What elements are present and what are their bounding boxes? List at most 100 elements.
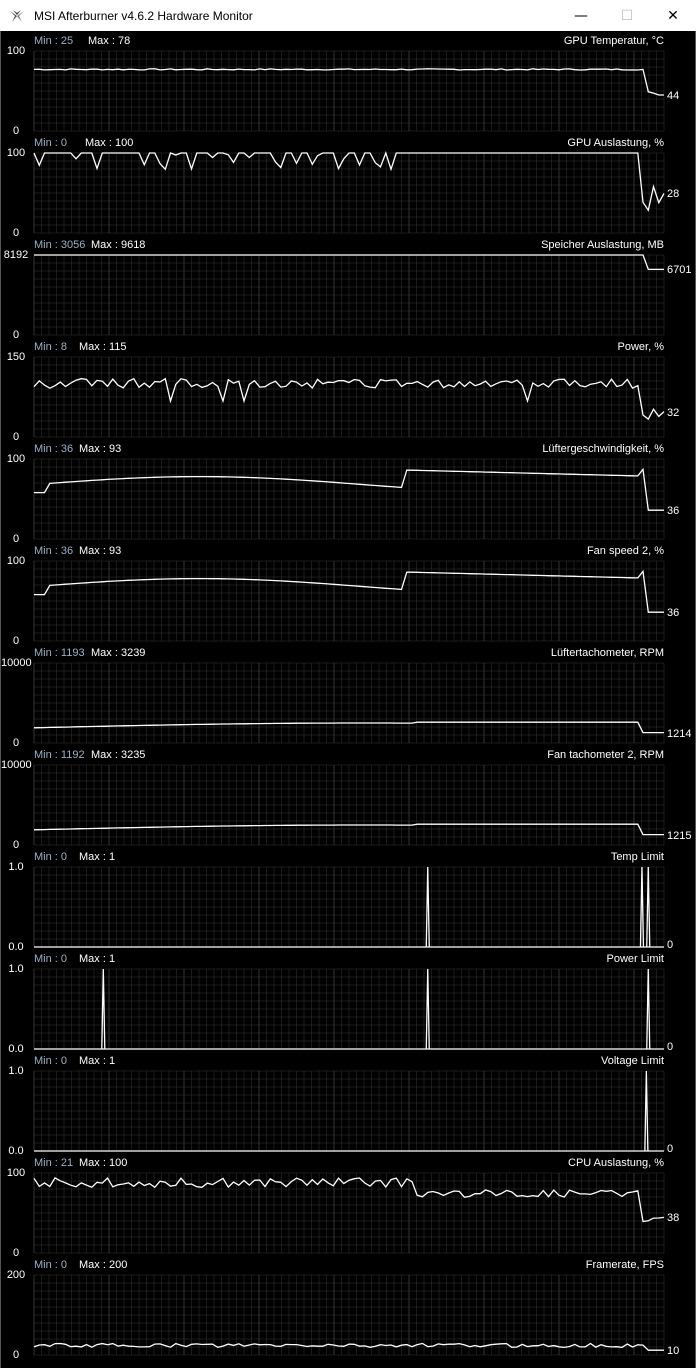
graph-title: Voltage Limit — [601, 1055, 664, 1067]
max-prefix: Max : — [79, 341, 109, 353]
graph-min-label: Min : 21 — [34, 1157, 73, 1169]
graph-plot — [33, 50, 665, 132]
graph-title: Power Limit — [606, 953, 664, 965]
min-prefix: Min : — [34, 953, 61, 965]
max-prefix: Max : — [88, 35, 118, 47]
graph-min-label: Min : 8 — [34, 341, 67, 353]
min-value: 36 — [60, 545, 74, 557]
y-axis-top-label: 150 — [6, 351, 26, 363]
graph-plot — [33, 662, 665, 744]
max-value: 3239 — [120, 647, 146, 659]
current-value: 1215 — [667, 829, 692, 842]
graph-panel[interactable]: Min : 1193 Max : 3239 Lüftertachometer, RP… — [1, 646, 695, 749]
graph-max-label: Max : 93 — [79, 545, 121, 557]
max-value: 1 — [108, 851, 116, 863]
graph-panel[interactable]: Min : 21 Max : 100 CPU Auslastung, % 100 0 38 — [1, 1156, 695, 1259]
max-value: 115 — [108, 341, 127, 353]
maximize-button[interactable]: ☐ — [604, 0, 650, 31]
min-value: 21 — [60, 1157, 74, 1169]
max-value: 100 — [114, 137, 134, 149]
y-axis-top-label: 100 — [6, 555, 26, 567]
min-value: 0 — [60, 137, 68, 149]
graph-min-label: Min : 1192 — [34, 749, 85, 761]
current-value: 0 — [667, 1143, 674, 1155]
graph-panel[interactable]: Min : 0 Max : 1 Power Limit 1.0 0.0 0 — [1, 952, 695, 1055]
min-prefix: Min : — [34, 545, 61, 557]
graph-panel[interactable]: Min : 3056 Max : 9618 Speicher Auslastung,… — [1, 238, 695, 341]
graph-min-label: Min : 0 — [34, 137, 67, 149]
min-value: 1193 — [60, 647, 85, 659]
graph-panel[interactable]: Min : 36 Max : 93 Lüftergeschwindigkeit, %… — [1, 442, 695, 545]
graph-plot — [33, 1274, 665, 1356]
max-prefix: Max : — [91, 239, 121, 251]
grid-lines — [33, 1274, 665, 1356]
max-value: 1 — [108, 953, 116, 965]
min-value: 25 — [60, 35, 74, 47]
graph-title: Power, % — [617, 341, 664, 353]
graph-plot — [33, 151, 665, 234]
max-prefix: Max : — [79, 1157, 109, 1169]
max-prefix: Max : — [85, 137, 115, 149]
graph-list[interactable]: Min : 25 Max : 78 GPU Temperatur, °C 100 0 44… — [0, 31, 696, 1368]
graph-min-label: Min : 0 — [34, 851, 67, 863]
graph-panel[interactable]: Min : 0 Max : 1 Temp Limit 1.0 0.0 0 — [1, 850, 695, 953]
graph-plot — [33, 356, 665, 438]
close-button[interactable]: ✕ — [650, 0, 696, 31]
grid-lines — [33, 662, 665, 744]
y-axis-top-label: 1.0 — [8, 1065, 24, 1077]
graph-min-label: Min : 36 — [34, 443, 73, 455]
graph-max-label: Max : 93 — [79, 443, 121, 455]
graph-title: Framerate, FPS — [585, 1259, 664, 1271]
graph-min-label: Min : 0 — [34, 953, 67, 965]
graph-title: Fan tachometer 2, RPM — [547, 749, 664, 761]
current-value: 10 — [667, 1345, 680, 1358]
graph-panel[interactable]: Min : 25 Max : 78 GPU Temperatur, °C 100 0 44 — [1, 34, 695, 137]
current-value: 36 — [667, 505, 680, 518]
window-title: MSI Afterburner v4.6.2 Hardware Monitor — [34, 8, 253, 23]
graph-min-label: Min : 36 — [34, 545, 73, 557]
max-value: 78 — [117, 35, 131, 47]
graph-max-label: Max : 3239 — [91, 647, 145, 659]
graph-panel[interactable]: Min : 0 Max : 200 Framerate, FPS 200 0 10 — [1, 1258, 695, 1361]
graph-panel[interactable]: Min : 0 Max : 1 Voltage Limit 1.0 0.0 0 — [1, 1054, 695, 1157]
max-prefix: Max : — [79, 953, 109, 965]
max-prefix: Max : — [91, 749, 121, 761]
current-value: 38 — [667, 1212, 680, 1225]
min-value: 8 — [60, 341, 68, 353]
minimize-button[interactable]: — — [558, 0, 604, 31]
graph-title: Fan speed 2, % — [586, 545, 664, 557]
min-prefix: Min : — [34, 443, 61, 455]
title-bar[interactable]: MSI Afterburner v4.6.2 Hardware Monitor … — [0, 0, 696, 31]
max-value: 9618 — [120, 239, 146, 251]
graph-max-label: Max : 1 — [79, 1055, 115, 1067]
graph-max-label: Max : 200 — [79, 1259, 127, 1271]
grid-lines — [33, 764, 665, 846]
y-axis-top-label: 200 — [6, 1269, 26, 1281]
graph-max-label: Max : 100 — [79, 1157, 127, 1169]
graph-panel[interactable]: Min : 36 Max : 93 Fan speed 2, % 100 0 36 — [1, 544, 695, 647]
y-axis-top-label: 100 — [6, 45, 26, 57]
max-prefix: Max : — [79, 443, 109, 455]
graph-plot — [33, 254, 665, 336]
min-value: 36 — [60, 443, 74, 455]
graph-title: Temp Limit — [610, 851, 664, 863]
grid-lines — [33, 1172, 665, 1254]
graph-panel[interactable]: Min : 1192 Max : 3235 Fan tachometer 2, RP… — [1, 748, 695, 851]
graph-min-label: Min : 25 — [34, 35, 73, 47]
graph-panel[interactable]: Min : 0 Max : 100 GPU Auslastung, % 100 0 28 — [1, 136, 695, 239]
graph-plot — [33, 458, 665, 540]
min-prefix: Min : — [34, 137, 61, 149]
min-prefix: Min : — [34, 749, 61, 761]
grid-lines — [33, 458, 665, 540]
graph-max-label: Max : 100 — [85, 137, 133, 149]
max-value: 3235 — [120, 749, 146, 761]
y-axis-top-label: 100 — [6, 147, 26, 159]
graph-panel[interactable]: Min : 8 Max : 115 Power, % 150 0 32 — [1, 340, 695, 443]
min-prefix: Min : — [34, 1259, 61, 1271]
afterburner-logo-icon — [10, 9, 24, 22]
current-value: 44 — [667, 90, 680, 102]
max-value: 100 — [108, 1157, 128, 1169]
min-value: 0 — [60, 1259, 68, 1271]
graph-min-label: Min : 0 — [34, 1055, 67, 1067]
min-value: 1192 — [60, 749, 85, 761]
